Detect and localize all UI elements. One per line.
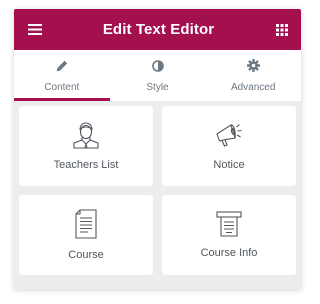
half-circle-icon bbox=[151, 59, 164, 77]
panel-title: Edit Text Editor bbox=[102, 21, 215, 38]
widget-course-info[interactable]: Course Info bbox=[162, 195, 296, 275]
editor-panel: Edit Text Editor Content Style Advanced … bbox=[14, 9, 301, 289]
widget-notice-label: Notice bbox=[213, 159, 245, 171]
info-board-icon bbox=[216, 211, 242, 237]
tab-style-label: Style bbox=[146, 81, 169, 93]
panel-tabs: Content Style Advanced bbox=[14, 50, 301, 101]
widget-teachers-list-label: Teachers List bbox=[53, 159, 119, 171]
tab-advanced-label: Advanced bbox=[230, 81, 276, 93]
widget-grid: Teachers List Notice Course Course Info bbox=[19, 106, 296, 275]
tab-advanced[interactable]: Advanced bbox=[205, 50, 301, 101]
widget-course[interactable]: Course bbox=[19, 195, 153, 275]
gear-icon bbox=[246, 58, 260, 77]
tab-content-label: Content bbox=[44, 81, 80, 93]
widget-notice[interactable]: Notice bbox=[162, 106, 296, 186]
tab-content[interactable]: Content bbox=[14, 50, 110, 101]
widget-course-label: Course bbox=[68, 249, 104, 261]
tab-style[interactable]: Style bbox=[110, 50, 206, 101]
megaphone-icon bbox=[214, 121, 244, 149]
grid-icon[interactable] bbox=[273, 21, 291, 39]
widget-teachers-list[interactable]: Teachers List bbox=[19, 106, 153, 186]
panel-header: Edit Text Editor bbox=[14, 9, 301, 50]
pencil-icon bbox=[56, 59, 68, 77]
document-icon bbox=[74, 209, 98, 239]
teacher-icon bbox=[71, 121, 101, 149]
hamburger-icon[interactable] bbox=[26, 21, 44, 39]
widget-course-info-label: Course Info bbox=[200, 247, 258, 259]
